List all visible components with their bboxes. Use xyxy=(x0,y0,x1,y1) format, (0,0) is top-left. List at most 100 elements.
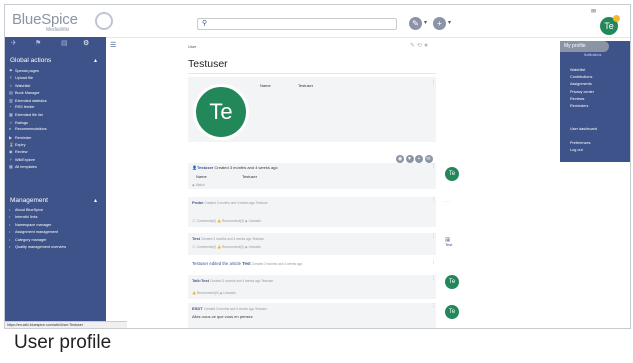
sidebar-item[interactable]: ▶ Reminder xyxy=(9,135,31,140)
feed-edit-text: Testuser edited the article xyxy=(192,261,241,266)
user-menu-item[interactable]: Reminders xyxy=(570,104,588,108)
sidebar-item[interactable]: ▤ Book Manager xyxy=(9,90,40,95)
sidebar-item[interactable]: ✧ WikiExplore xyxy=(9,157,35,162)
menu-icon[interactable]: ☰ xyxy=(110,41,116,49)
sidebar-item[interactable]: • Assignment management xyxy=(9,230,58,234)
sidebar-item-label: Expiry xyxy=(15,143,26,147)
user-menu-item[interactable]: Privacy center xyxy=(570,90,594,94)
user-menu-item[interactable]: Log out xyxy=(570,148,583,152)
more-icon[interactable]: ⋮ xyxy=(431,80,436,86)
notifications-subtitle[interactable]: Notifications xyxy=(584,53,601,57)
pin-icon[interactable]: ✈ xyxy=(11,39,17,47)
more-icon[interactable]: ⋮ xyxy=(431,259,436,265)
page-actions-icons[interactable]: ✎ ⟲ ★ xyxy=(410,42,429,49)
user-menu-item[interactable]: Reviews xyxy=(570,97,584,101)
sidebar-item-label: Extended file list xyxy=(15,113,43,118)
sidebar-item[interactable]: • Quality management overview xyxy=(9,245,66,249)
search-input[interactable] xyxy=(212,19,392,28)
sidebar-item[interactable]: ☆ Watchlist xyxy=(9,83,30,88)
chevron-up-icon: ▴ xyxy=(94,58,98,64)
main-content: User ✎ ⟲ ★ Testuser Te Name Testuser ⋮ ◉… xyxy=(180,37,459,328)
thumbnail-broken-image[interactable]: 🖼Test xyxy=(445,237,452,247)
gear-icon[interactable]: ⚙ xyxy=(83,39,89,47)
watch-link[interactable]: Watch xyxy=(196,183,205,187)
sidebar-item[interactable]: ⇪ Upload file xyxy=(9,75,33,80)
feed-card-edit: Testuser edited the article Test Created… xyxy=(188,259,436,271)
feed-meta: Created 3 months and 4 weeks ago Testuse… xyxy=(203,307,267,311)
user-menu-item[interactable]: Contributions xyxy=(570,75,592,79)
logo-sub: MediaWiki xyxy=(46,27,70,33)
profile-avatar: Te xyxy=(193,84,249,140)
global-actions-header[interactable]: Global actions ▴ xyxy=(10,57,97,64)
more-icon[interactable]: ⋮ xyxy=(431,163,436,169)
sidebar-item[interactable]: ▥ Extended statistics xyxy=(9,98,47,103)
feed-avatar: Te xyxy=(445,167,459,181)
sidebar-item[interactable]: • About BlueSpice xyxy=(9,208,43,212)
recommend-link[interactable]: Recommend(0) xyxy=(197,291,219,295)
feed-article-link[interactable]: Test xyxy=(242,261,251,266)
user-menu-item[interactable]: Watchlist xyxy=(570,68,585,72)
sidebar-item-label: Interwiki links xyxy=(15,215,38,220)
management-header[interactable]: Management ▴ xyxy=(10,197,97,204)
add-icon[interactable]: + xyxy=(433,17,446,30)
sidebar-item[interactable]: ◔ RSS feeder xyxy=(9,105,35,109)
more-icon[interactable]: ⋮ xyxy=(431,197,436,203)
breadcrumb[interactable]: User xyxy=(188,44,196,49)
sidebar-item[interactable]: ▦ Extended file list xyxy=(9,112,43,117)
sidebar-item[interactable]: • Interwiki links xyxy=(9,215,38,219)
recommend-link[interactable]: Recommend(0) xyxy=(222,245,244,249)
notifications-icon[interactable]: ✉ xyxy=(591,8,596,15)
chevron-down-icon[interactable]: ▾ xyxy=(424,19,427,26)
feed-title-link[interactable]: ESDT xyxy=(192,306,203,311)
feed-title-link[interactable]: Test xyxy=(192,236,200,241)
sidebar-item-label: Assignment management xyxy=(15,230,59,235)
user-menu-item[interactable]: Preferences xyxy=(570,141,590,145)
feed-name-label: Name xyxy=(196,174,207,179)
funnel-icon[interactable]: ▼ xyxy=(405,155,414,163)
sidebar-item[interactable]: • Namespace manager xyxy=(9,223,51,227)
status-url: https://en.wiki.bluespice.com/wiki/User:… xyxy=(5,321,127,328)
sidebar-item[interactable]: ☆ Ratings xyxy=(9,120,28,125)
chevron-up-icon: ▴ xyxy=(94,198,98,204)
unwatch-link[interactable]: Unwatch xyxy=(249,219,261,223)
management-title: Management xyxy=(10,197,48,204)
my-profile-item[interactable]: My profile xyxy=(560,41,609,52)
chevron-down-icon[interactable]: ▾ xyxy=(448,19,451,26)
unwatch-link[interactable]: Unwatch xyxy=(249,245,261,249)
user-menu-item[interactable]: User dashboard xyxy=(570,127,597,131)
more-icon[interactable]: ⋮ xyxy=(431,303,436,309)
user-menu-item[interactable]: Assignments xyxy=(570,82,592,86)
sidebar-item-label: All templates xyxy=(15,165,37,170)
search-bar[interactable]: ⚲ xyxy=(197,18,397,30)
more-icon[interactable]: ⋮ xyxy=(431,233,436,239)
feed-user-link[interactable]: Testuser xyxy=(197,165,213,170)
filter-icon[interactable]: ◉ xyxy=(396,155,404,163)
avatar-initials: Te xyxy=(209,99,233,124)
sidebar-item[interactable]: ◉ Review xyxy=(9,149,27,154)
feed-avatar: Te xyxy=(445,305,459,319)
sidebar-item[interactable]: ♦ Recommendations xyxy=(9,127,47,131)
feed-title-link[interactable]: Probe xyxy=(192,200,203,205)
page-title: Testuser xyxy=(188,58,228,70)
feed-card-profile: 👤Testuser Created 3 months and 4 weeks a… xyxy=(188,163,436,189)
user-menu: My profile Notifications Watchlist Contri… xyxy=(560,41,630,162)
sidebar-item[interactable]: ⚑ Special pages xyxy=(9,68,39,73)
sidebar-item[interactable]: ▦ All templates xyxy=(9,164,37,169)
sidebar-item[interactable]: ⌛Expiry xyxy=(9,142,26,147)
add-icon[interactable]: + xyxy=(415,155,423,163)
logo-ring-icon xyxy=(95,12,113,30)
bookmark-icon[interactable]: ⚑ xyxy=(35,39,41,47)
recommend-link[interactable]: Recommend(0) xyxy=(222,219,244,223)
comments-link[interactable]: Comments(0) xyxy=(197,245,216,249)
document-icon[interactable]: ▤ xyxy=(61,39,68,47)
mail-icon[interactable]: ✉ xyxy=(424,155,433,163)
edit-icon[interactable]: ✎ xyxy=(409,17,422,30)
comment-icon: 🗨 xyxy=(192,219,197,223)
sidebar-item[interactable]: • Category manager xyxy=(9,238,46,242)
user-avatar-button[interactable]: Te xyxy=(600,15,620,35)
bluespice-logo[interactable]: BlueSpice MediaWiki xyxy=(12,10,113,33)
comments-link[interactable]: Comments(0) xyxy=(197,219,216,223)
unwatch-link[interactable]: Unwatch xyxy=(223,291,235,295)
feed-title-link[interactable]: Talk:Test xyxy=(192,278,209,283)
more-icon[interactable]: ⋮ xyxy=(431,275,436,281)
